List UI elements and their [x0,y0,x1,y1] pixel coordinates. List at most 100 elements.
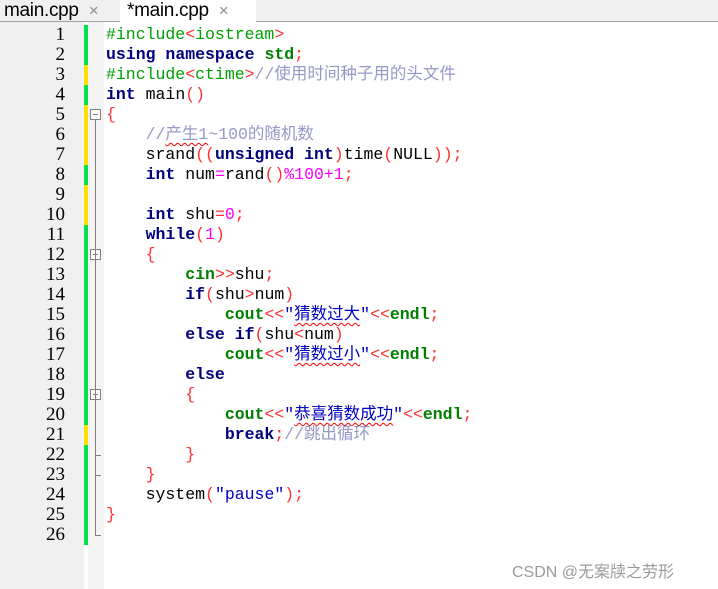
watermark: CSDN @无案牍之劳形 [512,564,675,581]
line-number: 26 [46,524,65,545]
code-token: ; [462,405,473,424]
close-icon[interactable]: × [89,1,99,21]
code-token: int [145,165,176,184]
code-line[interactable]: #include<ctime>//使用时间种子用的头文件 [106,65,456,85]
line-number: 13 [46,264,65,285]
code-line[interactable]: cin>>shu; [106,265,274,285]
line-number: 5 [55,104,66,125]
code-token: int [145,205,176,224]
code-token: } [106,505,116,524]
code-token: << [264,345,285,364]
code-token: endl [389,345,430,364]
line-number: 15 [46,304,65,325]
code-line[interactable]: cout<<"猜数过小"<<endl; [106,345,440,365]
code-token: = [214,205,225,224]
code-token: " [284,305,295,324]
code-token: ( [195,225,206,244]
code-line[interactable]: #include<iostream> [106,25,284,45]
code-line[interactable]: } [106,505,116,525]
code-token: << [370,345,390,364]
code-token: = [214,165,225,184]
line-number: 23 [46,464,65,485]
fold-end-marker [95,455,101,456]
close-icon[interactable]: × [219,1,229,21]
code-token: shu [214,285,245,304]
code-token: // [145,125,166,144]
code-token: main [135,85,186,104]
fold-margin[interactable] [88,22,104,589]
line-number: 3 [55,64,66,85]
tab-bar: main.cpp × *main.cpp × [0,0,718,22]
tab-main-cpp-modified[interactable]: *main.cpp × [120,0,256,22]
code-token: ) [214,225,225,244]
code-token: iostream [195,25,275,44]
code-line[interactable]: else [106,365,225,385]
code-line[interactable]: //产生1~100的随机数 [106,125,314,145]
code-line[interactable]: using namespace std; [106,45,304,65]
fold-collapse-icon[interactable] [90,109,101,120]
code-line[interactable]: { [106,245,156,265]
code-token: ; [234,205,245,224]
code-token: " [284,405,295,424]
code-token: else [185,365,225,384]
code-line[interactable]: system("pause"); [106,485,304,505]
code-token: " [360,305,371,324]
code-token: 猜数过小 [294,345,361,364]
code-token: < [185,65,196,84]
code-line[interactable]: int main() [106,85,205,105]
fold-line [95,120,96,535]
code-token: rand [224,165,265,184]
code-token: else [185,325,225,344]
code-token: shu [234,265,265,284]
code-line[interactable]: } [106,465,156,485]
tab-main-cpp[interactable]: main.cpp × [4,0,120,21]
code-token: srand [106,145,196,164]
code-token: } [145,465,156,484]
code-line[interactable]: int shu=0; [106,205,245,225]
code-token: ; [294,45,305,64]
code-token: ( [254,325,265,344]
line-number: 18 [46,364,65,385]
code-token: ~100的随机数 [208,125,314,144]
code-line[interactable]: else if(shu<num) [106,325,344,345]
fold-end-marker [95,535,101,536]
code-token: ) [333,325,344,344]
code-line[interactable]: int num=rand()%100+1; [106,165,354,185]
code-line[interactable]: while(1) [106,225,225,245]
line-number: 12 [46,244,65,265]
code-token: //使用时间种子用的头文件 [254,65,456,84]
line-number: 25 [46,504,65,525]
code-token: std [264,45,295,64]
code-token: " [393,405,404,424]
code-token: ( [383,145,394,164]
code-token: system [106,485,206,504]
code-token: )); [432,145,463,164]
code-token: { [145,245,156,264]
code-line[interactable]: { [106,385,195,405]
code-token: endl [422,405,463,424]
code-line[interactable]: if(shu>num) [106,285,294,305]
code-line[interactable]: cout<<"恭喜猜数成功"<<endl; [106,405,473,425]
code-token: #include [106,25,186,44]
line-number: 24 [46,484,65,505]
code-line[interactable]: break;//跳出循环 [106,425,370,445]
code-line[interactable]: cout<<"猜数过大"<<endl; [106,305,440,325]
code-token: ; [274,425,285,444]
code-token: 产生1 [165,125,209,144]
code-token: ); [284,485,305,504]
code-token: ctime [195,65,245,84]
code-line[interactable]: { [106,105,116,125]
code-token: time [343,145,384,164]
code-token: int [106,85,136,104]
code-token: ( [205,485,215,504]
code-line[interactable]: } [106,445,195,465]
code-token: > [244,285,255,304]
code-line[interactable]: srand((unsigned int)time(NULL)); [106,145,463,165]
code-token: #include [106,65,186,84]
code-token: < [185,25,196,44]
